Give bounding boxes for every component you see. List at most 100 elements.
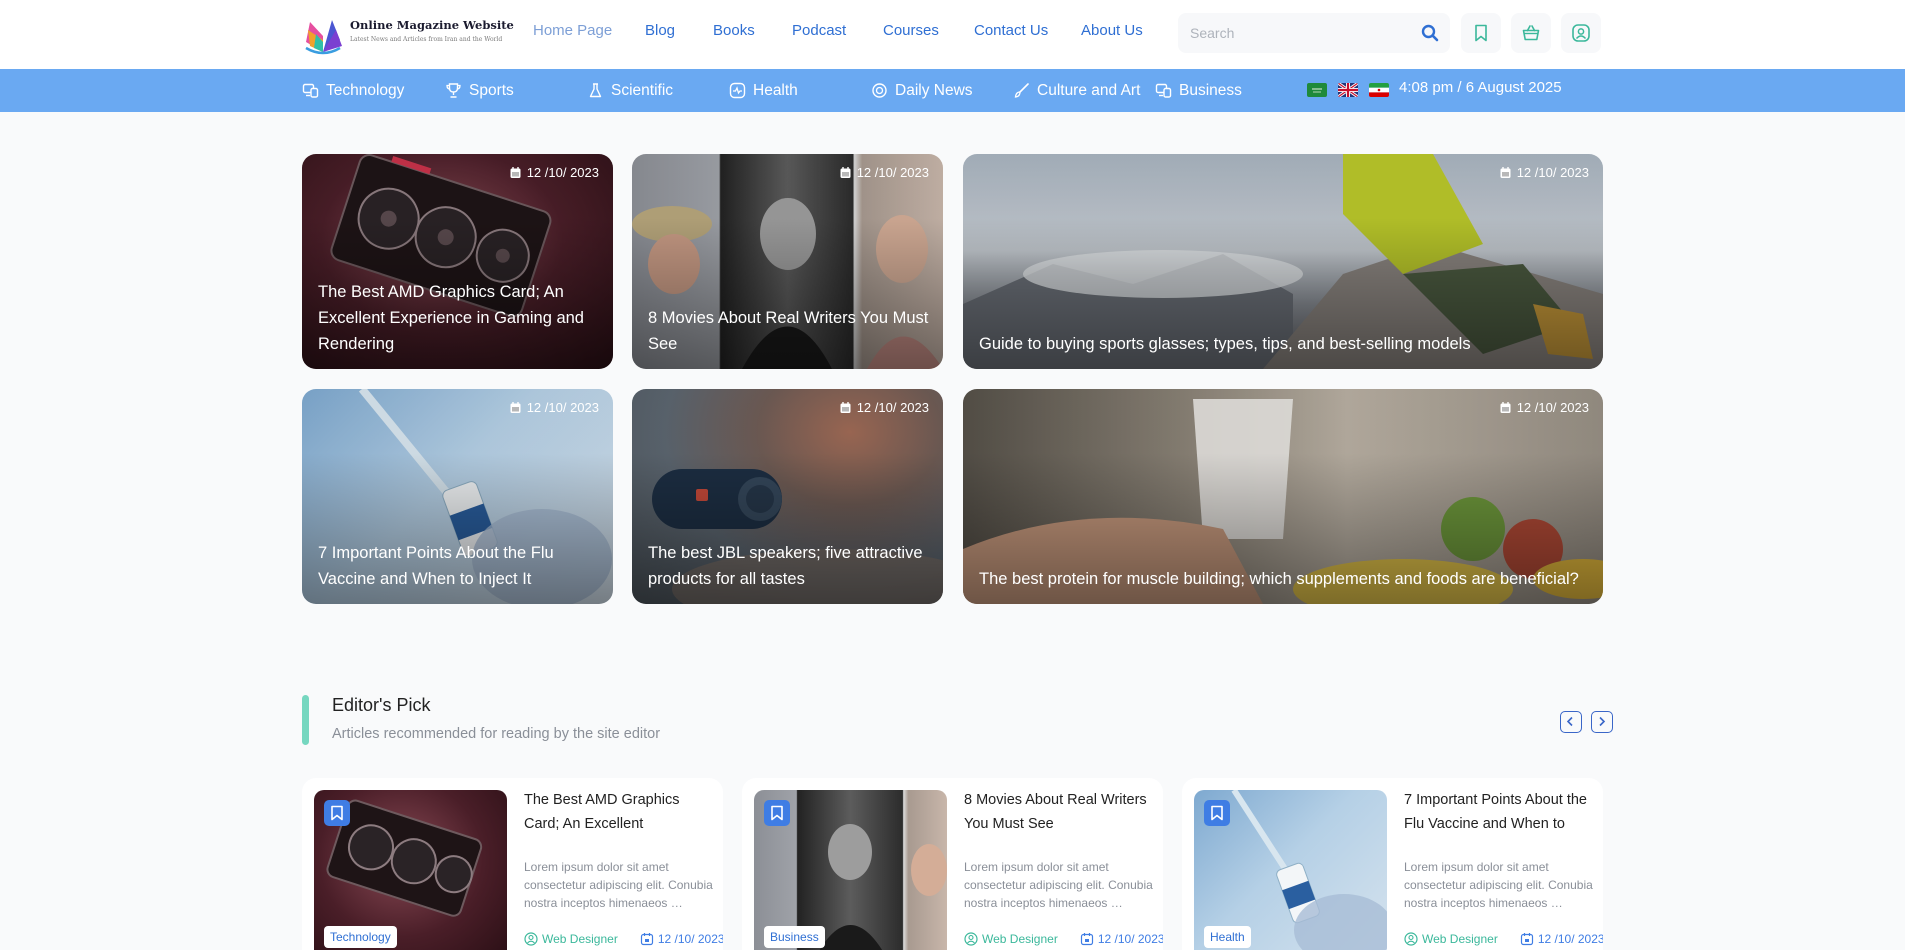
site-title: Online Magazine Website: [350, 18, 514, 32]
category-label: Scientific: [611, 81, 674, 99]
bookmarks-button[interactable]: [1461, 13, 1501, 53]
pick-meta: Web Designer 12 /10/ 2023: [964, 932, 1163, 946]
news-title[interactable]: The best JBL speakers; five attractive p…: [648, 540, 929, 592]
bookmark-button[interactable]: [764, 800, 790, 826]
news-title[interactable]: Guide to buying sports glasses; types, t…: [979, 331, 1589, 357]
pick-meta: Web Designer 12 /10/ 2023: [1404, 932, 1603, 946]
calendar-icon: [840, 167, 851, 178]
pick-card[interactable]: Technology The Best AMD Graphics Card; A…: [302, 778, 723, 950]
news-card[interactable]: 12 /10/ 2023 8 Movies About Real Writers…: [632, 154, 943, 369]
section-accent-bar: [302, 695, 309, 745]
nav-courses[interactable]: Courses: [883, 22, 939, 39]
user-icon: [524, 932, 538, 946]
nav-blog[interactable]: Blog: [645, 22, 675, 39]
pick-author: Web Designer: [542, 932, 618, 946]
pick-description: Lorem ipsum dolor sit amet consectetur a…: [964, 860, 1153, 910]
bookmark-button[interactable]: [324, 800, 350, 826]
bookmark-button[interactable]: [1204, 800, 1230, 826]
news-card[interactable]: 12 /10/ 2023 7 Important Points About th…: [302, 389, 613, 604]
nav-home[interactable]: Home Page: [533, 22, 612, 39]
pick-meta: Web Designer 12 /10/ 2023: [524, 932, 723, 946]
account-button[interactable]: [1561, 13, 1601, 53]
bookmark-icon: [331, 805, 343, 821]
pick-date: 12 /10/ 2023: [1097, 932, 1163, 946]
book-logo-icon: [305, 20, 342, 55]
briefcase-icon: [1155, 83, 1172, 98]
news-title[interactable]: 7 Important Points About the Flu Vaccine…: [318, 540, 599, 592]
uk-flag[interactable]: [1338, 83, 1358, 97]
news-date: 12 /10/ 2023: [839, 165, 929, 180]
flask-icon: [589, 83, 602, 98]
brush-icon: [1014, 83, 1029, 98]
trophy-icon: [446, 83, 461, 98]
pick-thumbnail: Health: [1194, 790, 1387, 950]
bookmark-icon: [1475, 24, 1487, 42]
bookmark-icon: [1211, 805, 1223, 821]
news-title[interactable]: The best protein for muscle building; wh…: [979, 566, 1589, 592]
carousel-next-button[interactable]: [1591, 711, 1613, 733]
news-title[interactable]: The Best AMD Graphics Card; An Excellent…: [318, 279, 599, 357]
nav-podcast[interactable]: Podcast: [792, 22, 846, 39]
pick-title[interactable]: 7 Important Points About the Flu Vaccine…: [1404, 788, 1594, 836]
calendar-icon: [1080, 933, 1093, 946]
carousel-prev-button[interactable]: [1560, 711, 1582, 733]
category-tag[interactable]: Business: [764, 926, 825, 948]
calendar-icon: [510, 167, 521, 178]
pick-card[interactable]: Health 7 Important Points About the Flu …: [1182, 778, 1603, 950]
nav-about[interactable]: About Us: [1081, 22, 1143, 39]
news-card[interactable]: 12 /10/ 2023 The best protein for muscle…: [963, 389, 1603, 604]
user-icon: [964, 932, 978, 946]
category-tag[interactable]: Technology: [324, 926, 397, 948]
news-date: 12 /10/ 2023: [1499, 400, 1589, 415]
pick-card[interactable]: Business 8 Movies About Real Writers You…: [742, 778, 1163, 950]
iran-flag[interactable]: [1369, 83, 1389, 97]
category-business[interactable]: Business: [1155, 69, 1242, 112]
category-label: Culture and Art: [1037, 81, 1141, 99]
site-logo[interactable]: Online Magazine Website Latest News and …: [302, 10, 514, 58]
pick-author: Web Designer: [982, 932, 1058, 946]
news-date: 12 /10/ 2023: [1499, 165, 1589, 180]
category-scientific[interactable]: Scientific: [587, 69, 673, 112]
category-daily-news[interactable]: Daily News: [871, 69, 973, 112]
cart-button[interactable]: [1511, 13, 1551, 53]
category-label: Technology: [326, 81, 405, 99]
chevron-left-icon: [1566, 716, 1573, 727]
category-health[interactable]: Health: [729, 69, 798, 112]
calendar-icon: [1500, 167, 1511, 178]
news-title[interactable]: 8 Movies About Real Writers You Must See: [648, 305, 929, 357]
search-input[interactable]: [1190, 22, 1410, 44]
category-bar: Technology Sports Scientific Health Dail…: [0, 69, 1905, 112]
user-icon: [1404, 932, 1418, 946]
health-icon: [729, 82, 746, 99]
category-culture-art[interactable]: Culture and Art: [1013, 69, 1140, 112]
news-icon: [872, 83, 887, 98]
news-date: 12 /10/ 2023: [509, 400, 599, 415]
news-card[interactable]: 12 /10/ 2023 The Best AMD Graphics Card;…: [302, 154, 613, 369]
search-icon[interactable]: [1420, 23, 1440, 43]
nav-contact[interactable]: Contact Us: [974, 22, 1048, 39]
news-date: 12 /10/ 2023: [509, 165, 599, 180]
category-technology[interactable]: Technology: [302, 69, 404, 112]
section-subtitle: Articles recommended for reading by the …: [332, 726, 661, 742]
calendar-icon: [1520, 933, 1533, 946]
bookmark-icon: [771, 805, 783, 821]
section-title: Editor's Pick: [332, 695, 431, 715]
devices-icon: [302, 83, 319, 98]
pick-author: Web Designer: [1422, 932, 1498, 946]
site-tagline: Latest News and Articles from Iran and t…: [350, 36, 503, 43]
pick-title[interactable]: 8 Movies About Real Writers You Must See: [964, 788, 1154, 836]
calendar-icon: [1500, 402, 1511, 413]
category-label: Sports: [469, 81, 514, 99]
news-card[interactable]: 12 /10/ 2023 The best JBL speakers; five…: [632, 389, 943, 604]
category-sports[interactable]: Sports: [445, 69, 514, 112]
calendar-icon: [640, 933, 653, 946]
category-tag[interactable]: Health: [1204, 926, 1251, 948]
pick-thumbnail: Business: [754, 790, 947, 950]
saudi-flag[interactable]: [1307, 83, 1327, 97]
pick-title[interactable]: The Best AMD Graphics Card; An Excellent…: [524, 788, 714, 836]
nav-books[interactable]: Books: [713, 22, 755, 39]
calendar-icon: [840, 402, 851, 413]
news-card[interactable]: 12 /10/ 2023 Guide to buying sports glas…: [963, 154, 1603, 369]
pick-description: Lorem ipsum dolor sit amet consectetur a…: [1404, 860, 1593, 910]
site-header: Online Magazine Website Latest News and …: [0, 0, 1905, 69]
